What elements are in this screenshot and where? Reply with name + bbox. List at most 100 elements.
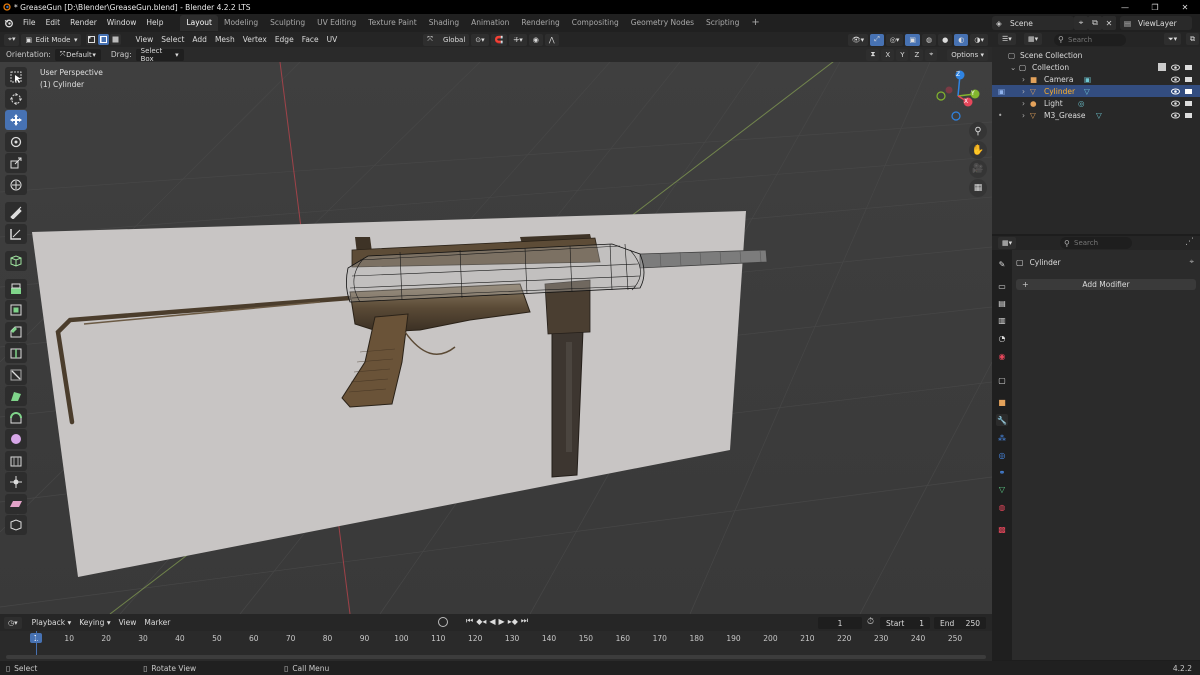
outliner-row-cylinder[interactable]: ▣ › ▽ Cylinder ▽ xyxy=(992,85,1200,97)
face-select-icon[interactable] xyxy=(110,34,122,45)
start-frame-field[interactable]: Start 1 xyxy=(880,617,930,629)
tab-geometry-nodes[interactable]: Geometry Nodes xyxy=(625,15,700,31)
constraints-icon[interactable]: ⚭ xyxy=(996,466,1008,478)
falloff-icon[interactable]: ⋀ xyxy=(544,33,559,46)
render-icon[interactable]: ▭ xyxy=(996,280,1008,292)
eye-icon[interactable] xyxy=(1171,87,1180,96)
proportional-edit-icon[interactable]: ◉ xyxy=(528,33,543,46)
pin-icon[interactable]: ⌖ xyxy=(1189,257,1194,267)
scene-icon[interactable]: ◔ xyxy=(996,332,1008,344)
edit-mode-toggle-icon[interactable]: ▣ xyxy=(998,87,1005,96)
next-keyframe-icon[interactable]: ▸◆ xyxy=(508,617,518,626)
add-modifier-button[interactable]: + Add Modifier xyxy=(1016,279,1196,290)
eye-icon[interactable] xyxy=(1171,99,1180,108)
vp-menu-uv[interactable]: UV xyxy=(323,35,342,44)
blender-menu-icon[interactable] xyxy=(0,18,18,28)
tab-compositing[interactable]: Compositing xyxy=(566,15,625,31)
xray-toggle-icon[interactable]: ▣ xyxy=(905,33,921,46)
view-layer-selector[interactable]: ▤ ViewLayer xyxy=(1120,16,1192,30)
expand-chevron-icon[interactable]: › xyxy=(1022,87,1025,96)
poly-build-tool-icon[interactable] xyxy=(5,386,27,406)
playback-menu[interactable]: Playback ▾ xyxy=(28,618,76,627)
inset-tool-icon[interactable] xyxy=(5,300,27,320)
timeline-editor-type-icon[interactable]: ◷▾ xyxy=(4,616,22,629)
add-cube-tool-icon[interactable] xyxy=(5,251,27,271)
render-camera-icon[interactable] xyxy=(1184,87,1193,96)
particles-icon[interactable]: ⁂ xyxy=(996,432,1008,444)
vp-menu-view[interactable]: View xyxy=(131,35,157,44)
wireframe-shading-icon[interactable]: ◍ xyxy=(922,33,937,46)
outliner-row-scene-collection[interactable]: ▢ Scene Collection xyxy=(992,49,1200,61)
maximize-button[interactable]: ❐ xyxy=(1140,0,1170,14)
jump-start-icon[interactable]: ⏮ xyxy=(466,616,473,626)
outliner-row-collection[interactable]: ⌄ ▢ Collection xyxy=(992,61,1200,73)
cursor-tool-icon[interactable] xyxy=(5,88,27,109)
timeline-tracks[interactable] xyxy=(0,631,992,661)
physics-icon[interactable]: ◎ xyxy=(996,449,1008,461)
smooth-tool-icon[interactable] xyxy=(5,429,27,449)
drag-dropdown[interactable]: Select Box ▾ xyxy=(135,47,184,63)
snap-toggle-icon[interactable]: 🧲 xyxy=(490,33,508,46)
camera-view-icon[interactable]: 🎥 xyxy=(969,160,987,178)
data-icon[interactable]: ▽ xyxy=(996,483,1008,495)
jump-end-icon[interactable]: ⏭ xyxy=(521,616,528,626)
object-icon[interactable]: ■ xyxy=(996,396,1008,408)
properties-search-input[interactable]: ⚲ Search xyxy=(1060,237,1132,249)
menu-edit[interactable]: Edit xyxy=(41,14,66,32)
timeline-ruler[interactable]: 1102030405060708090100110120130140150160… xyxy=(0,631,992,645)
expand-chevron-icon[interactable]: › xyxy=(1022,111,1025,120)
vertex-select-icon[interactable] xyxy=(86,34,98,45)
outliner-editor-type-icon[interactable]: ☰▾ xyxy=(998,33,1016,45)
annotate-tool-icon[interactable] xyxy=(5,202,27,222)
pin-options-icon[interactable]: ⌖ xyxy=(925,48,938,61)
axis-x-toggle[interactable]: X xyxy=(881,48,895,61)
output-icon[interactable]: ▤ xyxy=(996,297,1008,309)
properties-editor-type-icon[interactable]: ▦▾ xyxy=(998,237,1017,249)
stopwatch-icon[interactable]: ⏱ xyxy=(867,617,874,627)
rotate-tool-icon[interactable] xyxy=(5,131,27,152)
material-shading-icon[interactable]: ◐ xyxy=(954,33,969,46)
orientation-dropdown[interactable]: ⤧ Default ▾ xyxy=(54,48,101,61)
render-camera-icon[interactable] xyxy=(1184,111,1193,120)
filter-icon[interactable]: ⏷▾ xyxy=(1164,33,1182,45)
gizmo-toggle-icon[interactable]: ⤢ xyxy=(870,33,884,46)
transform-orientation-selector[interactable]: ⤧ Global xyxy=(423,33,470,46)
scale-tool-icon[interactable] xyxy=(5,153,27,173)
spin-tool-icon[interactable] xyxy=(5,407,27,428)
outliner-search-input[interactable]: ⚲ Search xyxy=(1054,33,1126,46)
collection-checkbox[interactable] xyxy=(1158,63,1166,71)
knife-tool-icon[interactable] xyxy=(5,364,27,385)
vp-menu-edge[interactable]: Edge xyxy=(271,35,298,44)
tab-modeling[interactable]: Modeling xyxy=(218,15,264,31)
render-camera-icon[interactable] xyxy=(1184,75,1193,84)
edge-slide-tool-icon[interactable] xyxy=(5,450,27,471)
add-workspace-button[interactable]: + xyxy=(745,15,765,31)
menu-window[interactable]: Window xyxy=(102,14,142,32)
move-tool-icon[interactable] xyxy=(5,110,27,130)
transform-tool-icon[interactable] xyxy=(5,174,27,195)
keying-menu[interactable]: Keying ▾ xyxy=(75,618,114,627)
tab-layout[interactable]: Layout xyxy=(180,15,218,31)
viewport-scene[interactable] xyxy=(0,62,992,614)
modifier-icon[interactable]: 🔧 xyxy=(996,414,1008,426)
axis-y-toggle[interactable]: Y xyxy=(896,48,909,61)
texture-icon[interactable]: ▩ xyxy=(996,523,1008,535)
pan-hand-icon[interactable]: ✋ xyxy=(969,141,987,159)
shrink-fatten-tool-icon[interactable] xyxy=(5,472,27,492)
menu-render[interactable]: Render xyxy=(65,14,102,32)
view-layer-icon[interactable]: ▥ xyxy=(996,314,1008,326)
outliner-row-m3-grease[interactable]: • › ▽ M3_Grease ▽ xyxy=(992,109,1200,121)
collapse-icon[interactable]: ⋰ xyxy=(1185,237,1194,247)
auto-key-icon[interactable] xyxy=(438,617,448,627)
timeline-view-menu[interactable]: View xyxy=(115,618,141,627)
options-dropdown[interactable]: Options ▾ xyxy=(947,48,988,61)
timeline-scrollbar[interactable] xyxy=(6,655,986,659)
tab-uv-editing[interactable]: UV Editing xyxy=(311,15,362,31)
visibility-icon[interactable]: 👁▾ xyxy=(847,33,869,46)
solid-shading-icon[interactable]: ● xyxy=(938,33,953,46)
outliner-row-light[interactable]: › ● Light ◎ xyxy=(992,97,1200,109)
pivot-point-icon[interactable]: ⊙▾ xyxy=(471,33,489,46)
tab-shading[interactable]: Shading xyxy=(423,15,465,31)
collection-icon[interactable]: ▢ xyxy=(996,374,1008,386)
expand-chevron-icon[interactable]: › xyxy=(1022,75,1025,84)
